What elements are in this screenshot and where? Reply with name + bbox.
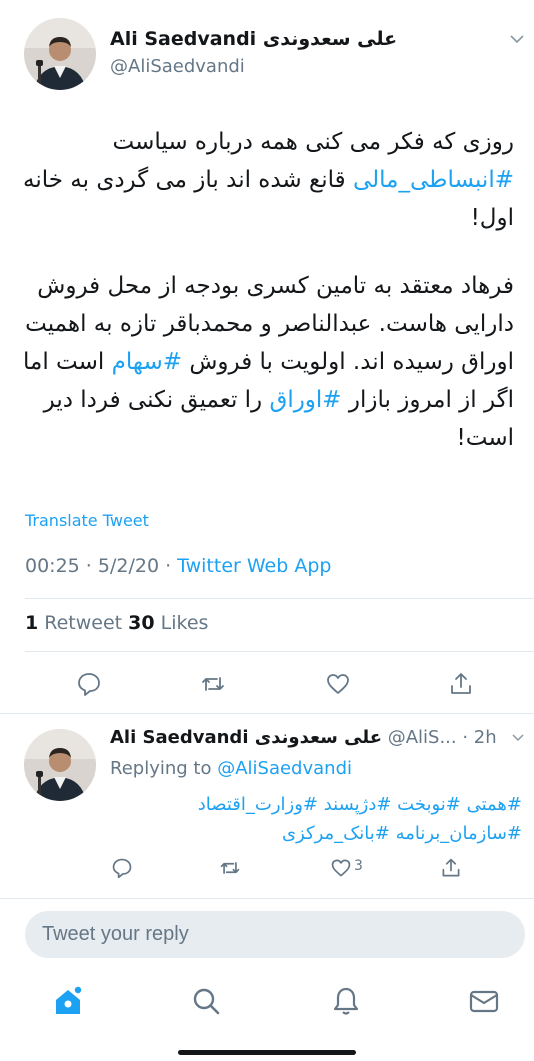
share-icon[interactable] — [440, 857, 462, 879]
hashtag-link[interactable]: #سهام — [112, 349, 182, 375]
bottom-tab-bar — [0, 970, 534, 1061]
handle-and-time: @AliS... · 2h — [382, 727, 497, 748]
divider — [0, 713, 534, 714]
replying-to-link[interactable]: @AliSaedvandi — [217, 758, 352, 779]
replying-to: Replying to @AliSaedvandi — [110, 758, 352, 779]
tweet-paragraph-2: فرهاد معتقد به تامین کسری بودجه از محل ف… — [14, 267, 514, 457]
user-handle[interactable]: @AliSaedvandi — [110, 56, 245, 77]
divider — [25, 651, 534, 652]
like-count[interactable]: 30 — [128, 612, 154, 634]
divider — [25, 598, 534, 599]
retweet-icon[interactable] — [200, 671, 226, 697]
tweet-metadata: 00:25 · 5/2/20 · Twitter Web App — [25, 555, 331, 577]
replying-prefix: Replying to — [110, 758, 218, 779]
retweet-count[interactable]: 1 — [25, 612, 38, 634]
hashtag-link[interactable]: #اوراق — [269, 387, 341, 413]
home-indicator — [178, 1050, 356, 1055]
tweet-text: روزی که فکر می کنی همه درباره سیاست — [112, 129, 514, 155]
hashtag-line[interactable]: #همتی #نوبخت #دژپسند #وزارت_اقتصاد — [102, 790, 522, 819]
display-name[interactable]: Ali Saedvandi علی سعدوندی — [110, 727, 382, 748]
reply-like-count: 3 — [354, 858, 363, 874]
source-app-link[interactable]: Twitter Web App — [177, 555, 331, 577]
reply-input[interactable] — [25, 911, 525, 958]
chevron-down-icon[interactable] — [510, 730, 526, 746]
chevron-down-icon[interactable] — [508, 30, 526, 48]
translate-tweet-link[interactable]: Translate Tweet — [25, 511, 149, 530]
retweet-label[interactable]: Retweet — [38, 612, 128, 634]
hashtag-line[interactable]: #سازمان_برنامه #بانک_مرکزی — [102, 819, 522, 848]
hashtag-link[interactable]: #انبساطی_مالی — [353, 167, 514, 193]
retweet-icon[interactable] — [219, 857, 241, 879]
heart-icon[interactable] — [330, 857, 352, 879]
tweet-timestamp: 00:25 · 5/2/20 · — [25, 555, 178, 577]
reply-header: Ali Saedvandi علی سعدوندی @AliS... · 2h — [110, 727, 497, 748]
reply-composer[interactable] — [25, 911, 525, 958]
search-icon[interactable] — [190, 985, 222, 1017]
reply-icon[interactable] — [76, 671, 102, 697]
reply-hashtags[interactable]: #همتی #نوبخت #دژپسند #وزارت_اقتصاد #سازم… — [102, 790, 522, 848]
avatar[interactable] — [24, 18, 96, 90]
reply-icon[interactable] — [111, 857, 133, 879]
avatar[interactable] — [24, 729, 96, 801]
display-name[interactable]: Ali Saedvandi علی سعدوندی — [110, 28, 397, 50]
like-label[interactable]: Likes — [155, 612, 209, 634]
mail-icon[interactable] — [468, 985, 500, 1017]
tweet-stats: 1 Retweet 30 Likes — [25, 612, 208, 634]
bell-icon[interactable] — [330, 985, 362, 1017]
home-icon[interactable] — [52, 985, 84, 1017]
share-icon[interactable] — [448, 671, 474, 697]
heart-icon[interactable] — [325, 671, 351, 697]
tweet-paragraph-1: روزی که فکر می کنی همه درباره سیاست #انب… — [14, 123, 514, 237]
divider — [0, 898, 534, 899]
